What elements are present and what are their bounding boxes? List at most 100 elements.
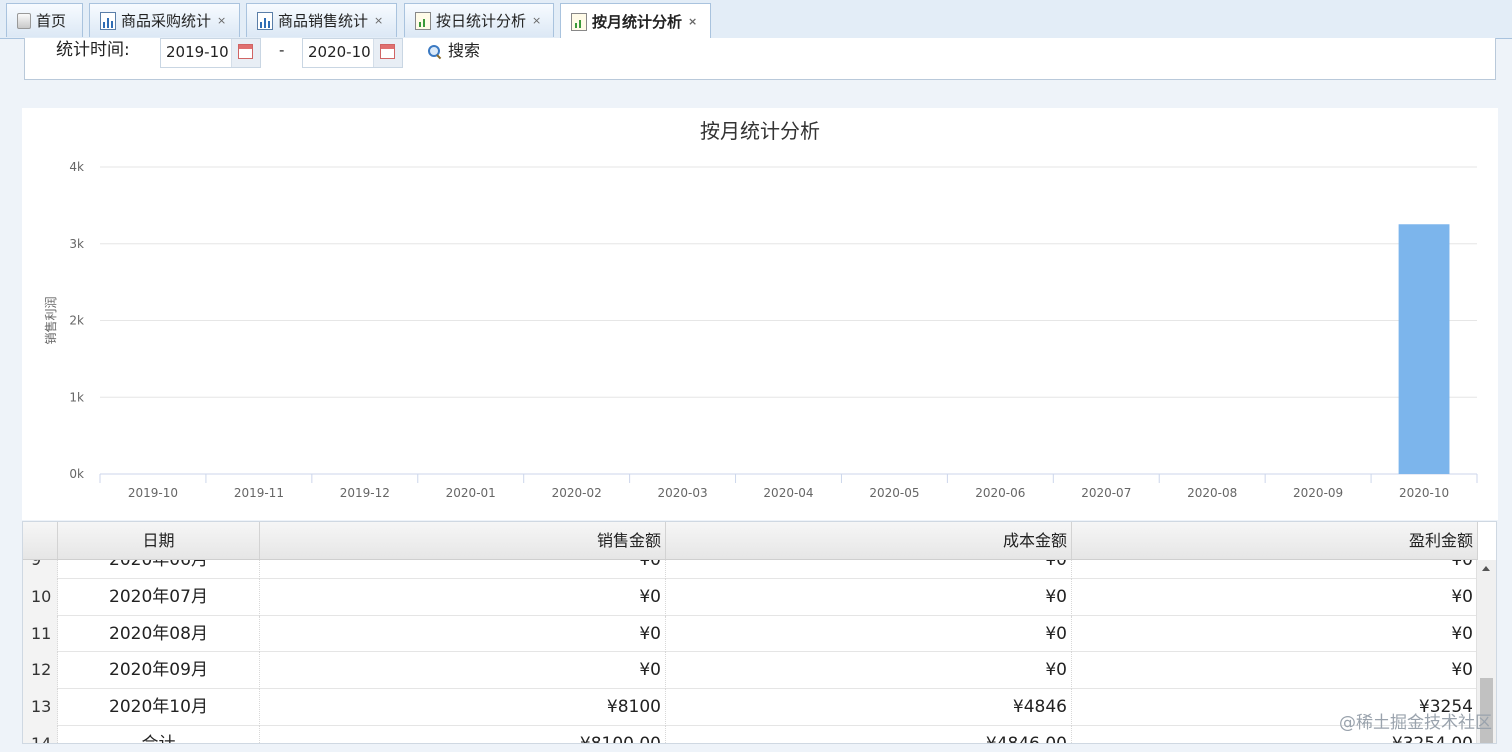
cell-profit: ¥0 xyxy=(1072,615,1478,653)
tab-monthly-analysis[interactable]: 按月统计分析 × xyxy=(560,3,711,39)
date-range-separator: - xyxy=(279,41,285,59)
y-tick-label: 2k xyxy=(69,314,84,328)
table-row-total[interactable]: 14 合计 ¥8100.00 ¥4846.00 ¥3254.00 xyxy=(23,725,1478,743)
header-profit-amount[interactable]: 盈利金额 xyxy=(1072,522,1478,559)
table-row[interactable]: 12 2020年09月 ¥0 ¥0 ¥0 xyxy=(23,652,1478,690)
close-icon[interactable]: × xyxy=(374,14,383,27)
table-row[interactable]: 10 2020年07月 ¥0 ¥0 ¥0 xyxy=(23,578,1478,616)
header-sale-amount[interactable]: 销售金额 xyxy=(260,522,666,559)
end-date-input[interactable]: 2020-10 xyxy=(302,38,403,68)
x-tick-label: 2020-01 xyxy=(446,486,496,500)
bar-chart-icon xyxy=(100,11,116,30)
tab-sales-stats[interactable]: 商品销售统计 × xyxy=(246,3,397,37)
header-rownum xyxy=(23,522,58,559)
row-number: 14 xyxy=(23,725,58,743)
x-tick-label: 2019-10 xyxy=(128,486,178,500)
row-number: 12 xyxy=(23,652,58,690)
y-tick-label: 4k xyxy=(69,160,84,174)
x-tick-label: 2020-05 xyxy=(869,486,919,500)
chart-bar xyxy=(1398,224,1450,474)
cell-cost: ¥0 xyxy=(666,652,1072,690)
cell-profit: ¥0 xyxy=(1072,652,1478,690)
cell-date: 2020年07月 xyxy=(58,578,260,616)
row-number: 11 xyxy=(23,615,58,653)
scroll-up-arrow-icon[interactable] xyxy=(1482,566,1490,571)
x-tick-label: 2020-02 xyxy=(552,486,602,500)
cell-date: 2020年08月 xyxy=(58,615,260,653)
start-date-input[interactable]: 2019-10 xyxy=(160,38,261,68)
row-number: 10 xyxy=(23,578,58,616)
table-row[interactable]: 9 2020年06月 ¥0 ¥0 ¥0 xyxy=(23,560,1478,579)
x-tick-label: 2020-04 xyxy=(763,486,813,500)
watermark: @稀土掘金技术社区 xyxy=(1339,713,1492,733)
chart-panel: 0k 1k 2k 3k 4k 销售利润 2019-10 2019-11 2019-12 2020-… xyxy=(22,108,1498,520)
close-icon[interactable]: × xyxy=(688,15,697,28)
cell-date: 2020年09月 xyxy=(58,652,260,690)
home-icon xyxy=(17,12,31,29)
x-tick-label: 2020-08 xyxy=(1187,486,1237,500)
tab-home[interactable]: 首页 xyxy=(6,3,83,37)
table-row[interactable]: 13 2020年10月 ¥8100 ¥4846 ¥3254 xyxy=(23,689,1478,726)
x-tick-label: 2020-07 xyxy=(1081,486,1131,500)
x-tick-label: 2019-12 xyxy=(340,486,390,500)
y-tick-label: 0k xyxy=(69,467,84,481)
cell-profit: ¥0 xyxy=(1072,578,1478,616)
x-tick-label: 2020-10 xyxy=(1399,486,1449,500)
tab-purchase-stats[interactable]: 商品采购统计 × xyxy=(89,3,240,37)
tab-label: 商品销售统计 xyxy=(278,12,369,30)
cell-sale: ¥0 xyxy=(260,615,666,653)
y-tick-label: 1k xyxy=(69,390,84,404)
close-icon[interactable]: × xyxy=(217,14,226,27)
cell-date: 合计 xyxy=(58,725,260,743)
cell-sale: ¥8100 xyxy=(260,689,666,726)
data-grid: 日期 销售金额 成本金额 盈利金额 9 2020年06月 ¥0 ¥0 ¥0 10… xyxy=(22,521,1497,744)
cell-sale: ¥8100.00 xyxy=(260,725,666,743)
tab-label: 商品采购统计 xyxy=(121,12,212,30)
grid-body: 9 2020年06月 ¥0 ¥0 ¥0 10 2020年07月 ¥0 ¥0 ¥0… xyxy=(23,560,1478,743)
bar-chart: 0k 1k 2k 3k 4k 销售利润 2019-10 2019-11 2019-12 2020-… xyxy=(43,160,1478,500)
stat-time-label: 统计时间: xyxy=(56,40,130,60)
cell-sale: ¥0 xyxy=(260,560,666,579)
tab-bar: 首页 商品采购统计 × 商品销售统计 × 按日统计分析 × 按月统计分析 × xyxy=(0,0,1512,39)
y-tick-label: 3k xyxy=(69,237,84,251)
cell-profit: ¥0 xyxy=(1072,560,1478,579)
tab-label: 首页 xyxy=(36,12,67,30)
x-tick-label: 2019-11 xyxy=(234,486,284,500)
report-icon xyxy=(571,12,587,31)
calendar-button[interactable] xyxy=(373,39,402,67)
header-date[interactable]: 日期 xyxy=(58,522,260,559)
tab-label: 按日统计分析 xyxy=(436,12,527,30)
cell-cost: ¥0 xyxy=(666,615,1072,653)
end-date-value: 2020-10 xyxy=(308,43,371,61)
table-row[interactable]: 11 2020年08月 ¥0 ¥0 ¥0 xyxy=(23,615,1478,653)
search-button[interactable]: 搜索 xyxy=(428,41,480,61)
cell-date: 2020年06月 xyxy=(58,560,260,579)
search-icon xyxy=(428,44,441,58)
cell-sale: ¥0 xyxy=(260,578,666,616)
calendar-icon xyxy=(238,44,253,59)
x-tick-label: 2020-06 xyxy=(975,486,1025,500)
close-icon[interactable]: × xyxy=(532,14,541,27)
cell-cost: ¥0 xyxy=(666,578,1072,616)
header-cost-amount[interactable]: 成本金额 xyxy=(666,522,1072,559)
x-tick-label: 2020-03 xyxy=(658,486,708,500)
calendar-icon xyxy=(380,44,395,59)
cell-date: 2020年10月 xyxy=(58,689,260,726)
row-number: 9 xyxy=(23,560,58,579)
row-number: 13 xyxy=(23,689,58,726)
cell-cost: ¥4846.00 xyxy=(666,725,1072,743)
x-tick-label: 2020-09 xyxy=(1293,486,1343,500)
cell-cost: ¥4846 xyxy=(666,689,1072,726)
cell-sale: ¥0 xyxy=(260,652,666,690)
filter-panel: 统计时间: 2019-10 - 2020-10 搜索 xyxy=(24,38,1496,80)
chart-title: 按月统计分析 xyxy=(700,119,820,143)
bar-chart-icon xyxy=(257,11,273,30)
calendar-button[interactable] xyxy=(231,39,260,67)
tab-label: 按月统计分析 xyxy=(592,13,683,31)
grid-header: 日期 销售金额 成本金额 盈利金额 xyxy=(23,522,1478,560)
tab-daily-analysis[interactable]: 按日统计分析 × xyxy=(404,3,554,37)
cell-cost: ¥0 xyxy=(666,560,1072,579)
y-axis-title: 销售利润 xyxy=(43,296,58,344)
report-icon xyxy=(415,11,431,30)
start-date-value: 2019-10 xyxy=(166,43,229,61)
